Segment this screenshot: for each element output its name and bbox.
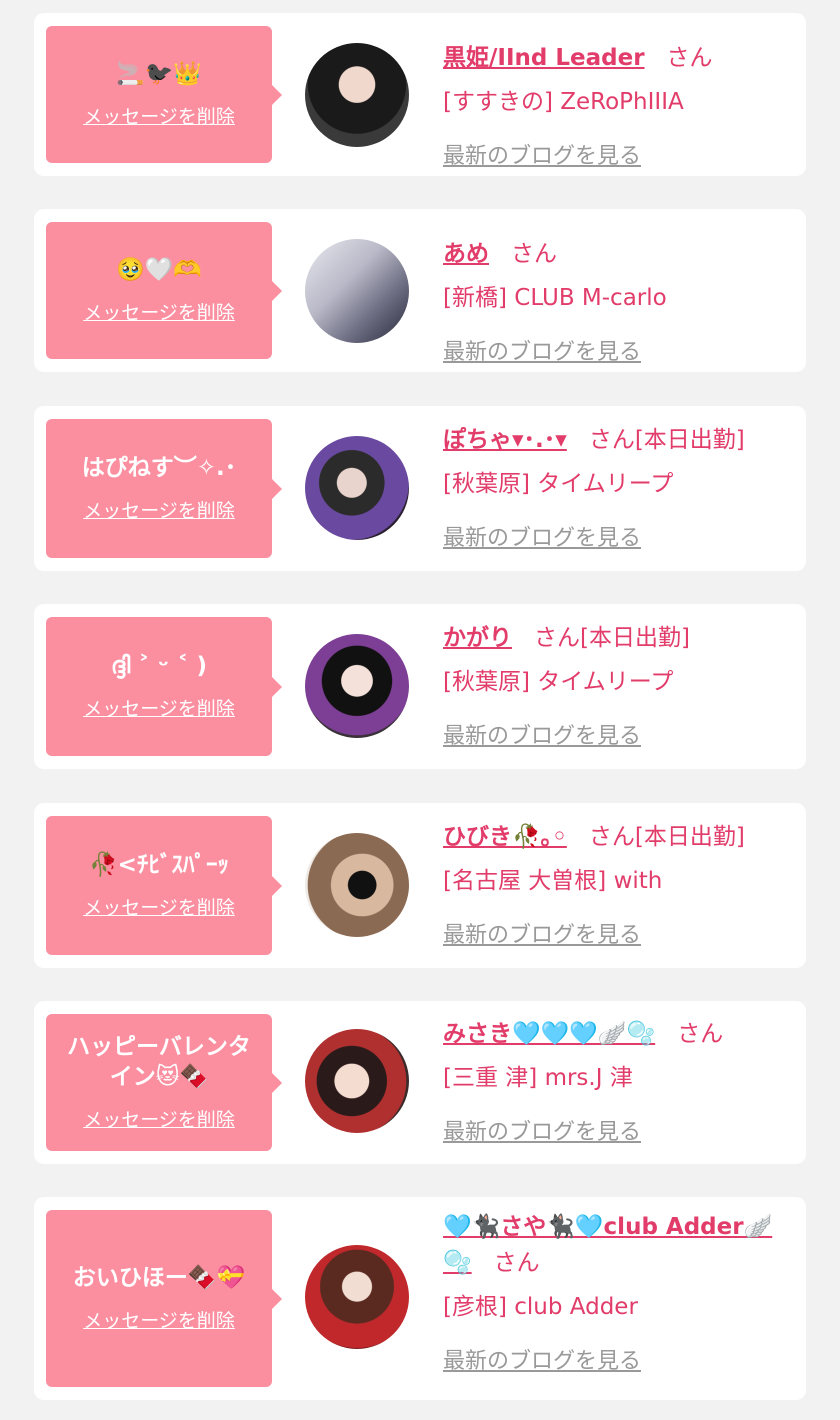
name-line: 🩵🐈‍⬛さや🐈‍⬛🩵club Adder🪽🫧 さん: [443, 1209, 796, 1281]
cast-name-link[interactable]: ぽちゃ▾･.･▾: [443, 427, 567, 453]
attendance-badge: [本日出勤]: [634, 824, 745, 850]
attendance-badge: [本日出勤]: [580, 625, 690, 651]
delete-message-link[interactable]: メッセージを削除: [83, 298, 235, 325]
honorific: さん: [677, 1021, 724, 1047]
message-bubble: はぴねす︶✧.･ メッセージを削除: [46, 419, 282, 558]
avatar[interactable]: [305, 1029, 409, 1133]
favorite-card: 🚬🐦‍⬛👑 メッセージを削除 黒姫/IInd Leader さん [すすきの] Z…: [34, 13, 806, 176]
attendance-badge: [本日出勤]: [634, 427, 745, 453]
message-text: 🥹🤍🫶: [116, 257, 202, 284]
favorite-card: はぴねす︶✧.･ メッセージを削除 ぽちゃ▾･.･▾ さん[本日出勤] [秋葉原]…: [34, 406, 806, 571]
shop-label: [彦根] club Adder: [443, 1294, 638, 1320]
avatar[interactable]: [305, 634, 409, 738]
cast-info: ぽちゃ▾･.･▾ さん[本日出勤] [秋葉原] タイムリープ 最新のブログを見る: [443, 422, 796, 552]
cast-info: ひびき🥀｡◦ さん[本日出勤] [名古屋 大曽根] with 最新のブログを見る: [443, 819, 796, 949]
honorific: さん: [493, 1250, 540, 1276]
message-text: 🥀<ﾁﾋﾞｽﾊﾟｰｯ: [89, 852, 229, 879]
view-blog-link[interactable]: 最新のブログを見る: [443, 334, 641, 366]
delete-message-link[interactable]: メッセージを削除: [83, 694, 235, 721]
cast-name-link[interactable]: ひびき🥀｡◦: [443, 824, 567, 850]
shop-label: [秋葉原] タイムリープ: [443, 669, 674, 695]
favorite-card: 🥹🤍🫶 メッセージを削除 あめ さん [新橋] CLUB M-carlo 最新のブ…: [34, 209, 806, 372]
cast-info: かがり さん[本日出勤] [秋葉原] タイムリープ 最新のブログを見る: [443, 620, 796, 750]
message-bubble: ദ്ദി ˃ ᵕ ˂ ) メッセージを削除: [46, 617, 282, 756]
favorite-card: ദ്ദി ˃ ᵕ ˂ ) メッセージを削除 かがり さん[本日出勤] [秋葉原] …: [34, 604, 806, 769]
avatar[interactable]: [305, 833, 409, 937]
delete-message-link[interactable]: メッセージを削除: [83, 1306, 235, 1333]
message-text: ハッピーバレンタイン😻🍫: [67, 1034, 251, 1090]
name-line: ひびき🥀｡◦ さん[本日出勤]: [443, 819, 796, 855]
shop-label: [三重 津] mrs.J 津: [443, 1065, 633, 1091]
message-bubble: おいひほー🍫💝 メッセージを削除: [46, 1210, 282, 1387]
message-bubble: 🥀<ﾁﾋﾞｽﾊﾟｰｯ メッセージを削除: [46, 816, 282, 955]
cast-name-link[interactable]: あめ: [443, 241, 489, 267]
shop-label: [秋葉原] タイムリープ: [443, 471, 674, 497]
cast-info: あめ さん [新橋] CLUB M-carlo 最新のブログを見る: [443, 236, 796, 366]
cast-name-link[interactable]: みさき🩵🩵🩵🪽🫧: [443, 1021, 655, 1047]
honorific: さん: [534, 625, 580, 651]
delete-message-link[interactable]: メッセージを削除: [83, 102, 235, 129]
name-line: 黒姫/IInd Leader さん: [443, 40, 796, 76]
honorific: さん: [588, 824, 635, 850]
message-bubble: 🥹🤍🫶 メッセージを削除: [46, 222, 282, 359]
message-text: はぴねす︶✧.･: [81, 455, 237, 482]
name-line: ぽちゃ▾･.･▾ さん[本日出勤]: [443, 422, 796, 458]
view-blog-link[interactable]: 最新のブログを見る: [443, 520, 641, 552]
view-blog-link[interactable]: 最新のブログを見る: [443, 1114, 641, 1146]
honorific: さん: [666, 45, 713, 71]
favorite-card: おいひほー🍫💝 メッセージを削除 🩵🐈‍⬛さや🐈‍⬛🩵club Adder🪽🫧 さ…: [34, 1197, 806, 1400]
message-bubble: ハッピーバレンタイン😻🍫 メッセージを削除: [46, 1014, 282, 1151]
view-blog-link[interactable]: 最新のブログを見る: [443, 1343, 641, 1375]
favorite-card: ハッピーバレンタイン😻🍫 メッセージを削除 みさき🩵🩵🩵🪽🫧 さん [三重 津] …: [34, 1001, 806, 1164]
message-bubble: 🚬🐦‍⬛👑 メッセージを削除: [46, 26, 282, 163]
delete-message-link[interactable]: メッセージを削除: [83, 496, 235, 523]
honorific: さん: [588, 427, 635, 453]
cast-info: みさき🩵🩵🩵🪽🫧 さん [三重 津] mrs.J 津 最新のブログを見る: [443, 1016, 796, 1146]
cast-name-link[interactable]: 🩵🐈‍⬛さや🐈‍⬛🩵club Adder🪽🫧: [443, 1214, 772, 1276]
cast-name-link[interactable]: かがり: [443, 625, 512, 651]
view-blog-link[interactable]: 最新のブログを見る: [443, 718, 641, 750]
favorite-list: 🚬🐦‍⬛👑 メッセージを削除 黒姫/IInd Leader さん [すすきの] Z…: [0, 0, 840, 1420]
view-blog-link[interactable]: 最新のブログを見る: [443, 917, 641, 949]
name-line: あめ さん: [443, 236, 796, 272]
cast-info: 黒姫/IInd Leader さん [すすきの] ZeRoPhIIIA 最新のブロ…: [443, 40, 796, 170]
avatar[interactable]: [305, 43, 409, 147]
honorific: さん: [511, 241, 557, 267]
name-line: かがり さん[本日出勤]: [443, 620, 796, 656]
view-blog-link[interactable]: 最新のブログを見る: [443, 138, 641, 170]
shop-label: [すすきの] ZeRoPhIIIA: [443, 89, 684, 115]
message-text: 🚬🐦‍⬛👑: [116, 61, 202, 88]
delete-message-link[interactable]: メッセージを削除: [83, 1105, 235, 1132]
avatar[interactable]: [305, 436, 409, 540]
avatar[interactable]: [305, 1245, 409, 1349]
message-text: ദ്ദി ˃ ᵕ ˂ ): [111, 653, 207, 680]
delete-message-link[interactable]: メッセージを削除: [83, 893, 235, 920]
favorite-card: 🥀<ﾁﾋﾞｽﾊﾟｰｯ メッセージを削除 ひびき🥀｡◦ さん[本日出勤] [名古屋 …: [34, 803, 806, 968]
message-text: おいひほー🍫💝: [72, 1265, 246, 1292]
shop-label: [名古屋 大曽根] with: [443, 868, 663, 894]
cast-name-link[interactable]: 黒姫/IInd Leader: [443, 45, 645, 71]
avatar[interactable]: [305, 239, 409, 343]
cast-info: 🩵🐈‍⬛さや🐈‍⬛🩵club Adder🪽🫧 さん [彦根] club Adder…: [443, 1209, 796, 1375]
shop-label: [新橋] CLUB M-carlo: [443, 285, 667, 311]
name-line: みさき🩵🩵🩵🪽🫧 さん: [443, 1016, 796, 1052]
